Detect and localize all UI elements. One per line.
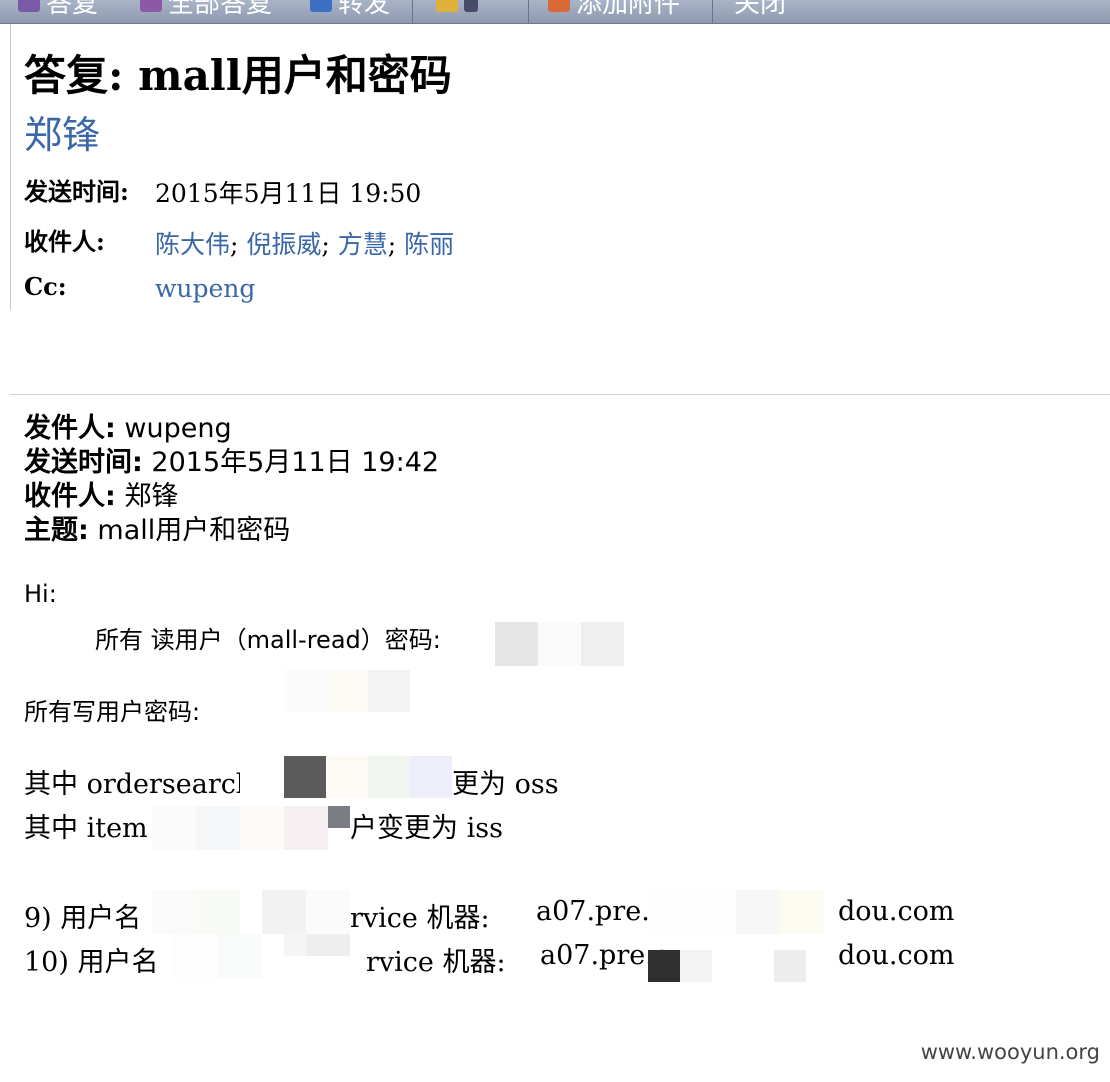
dropdown-icon [464,0,478,12]
iss-line-suffix: 户变更为 iss [350,813,503,844]
recipient-link[interactable]: 倪振威 [246,230,321,259]
oss-line-prefix: 其中 ordersearcl [24,769,245,800]
redaction-block [284,934,306,956]
orig-subject-value: mall用户和密码 [97,515,291,546]
toolbar-separator [412,0,413,23]
attach-icon [548,0,570,12]
redaction-block [538,622,581,666]
row-10-prefix: 10) 用户名 [24,947,159,978]
file-icon [436,0,458,12]
row-9-mid: rvice 机器: [350,903,490,934]
to-recipients: 陈大伟; 倪振威; 方慧; 陈丽 [155,230,455,259]
write-user-line: 所有写用户密码: [24,698,201,726]
site-watermark: www.wooyun.org [920,1040,1100,1064]
attach-button[interactable]: 添加附件 [548,0,680,19]
pane-border [10,24,11,310]
redaction-block [648,950,680,982]
row-10-mid: rvice 机器: [366,947,506,978]
redaction-block [284,806,328,850]
cc-recipient-link[interactable]: wupeng [155,274,255,303]
reply-all-button[interactable]: 全部答复 [140,0,272,19]
toolbar-separator [712,0,713,23]
redaction-block [736,890,780,934]
close-button[interactable]: 关闭 [734,0,786,19]
redaction-block [284,670,326,712]
forward-icon [310,0,332,12]
orig-sent-value: 2015年5月11日 19:42 [151,447,440,478]
redaction-block [495,622,538,666]
recipient-link[interactable]: 陈丽 [404,230,454,259]
sent-value: 2015年5月11日 19:50 [155,179,422,208]
redaction-block [581,622,624,666]
sent-label: 发送时间: [24,177,129,206]
row-9-prefix: 9) 用户名 [24,903,142,934]
redaction-block [152,806,196,850]
redaction-block [196,806,240,850]
toolbar-separator [528,0,529,23]
read-user-line: 所有 读用户（mall-read）密码: [95,626,441,654]
redaction-block [196,890,240,934]
redaction-block [326,756,368,798]
redaction-block [780,890,824,934]
redaction-block [174,934,218,978]
message-toolbar: 答复 全部答复 转发 添加附件 关闭 [0,0,1110,24]
orig-subject-label: 主题: [24,515,89,546]
redaction-block [262,890,306,934]
message-subject: 答复: mall用户和密码 [24,51,452,100]
recipient-link[interactable]: 方慧 [338,230,388,259]
redaction-block [368,756,410,798]
row-9-host: a07.pre.c [536,896,665,927]
quote-divider [10,394,1110,395]
redaction-block [326,670,368,712]
reply-button[interactable]: 答复 [18,0,98,19]
recipient-link[interactable]: 陈大伟 [155,230,230,259]
row-9-domain: dou.com [838,896,955,927]
redaction-block [368,670,410,712]
to-label: 收件人: [24,227,105,256]
redaction-block [284,756,326,798]
file-button[interactable] [436,0,478,16]
message-sender[interactable]: 郑锋 [24,104,100,159]
cc-label: Cc: [24,272,67,301]
redaction-block [648,890,736,934]
greeting: Hi: [24,580,57,608]
redaction-block [306,890,350,934]
redaction-block [218,934,262,978]
redaction-block [240,806,284,850]
reply-all-icon [140,0,162,12]
redaction-block [240,756,284,800]
forward-button[interactable]: 转发 [310,0,390,19]
redaction-block [152,890,196,934]
redaction-block [410,756,452,798]
row-10-domain: dou.com [838,940,955,971]
redaction-block [680,950,712,982]
iss-line-prefix: 其中 item [24,813,148,844]
redaction-block [306,934,350,956]
orig-subject: 主题: mall用户和密码 [24,508,290,547]
redaction-block [328,806,350,828]
reply-icon [18,0,40,12]
oss-line-suffix: 更为 oss [452,769,559,800]
redaction-block [774,950,806,982]
